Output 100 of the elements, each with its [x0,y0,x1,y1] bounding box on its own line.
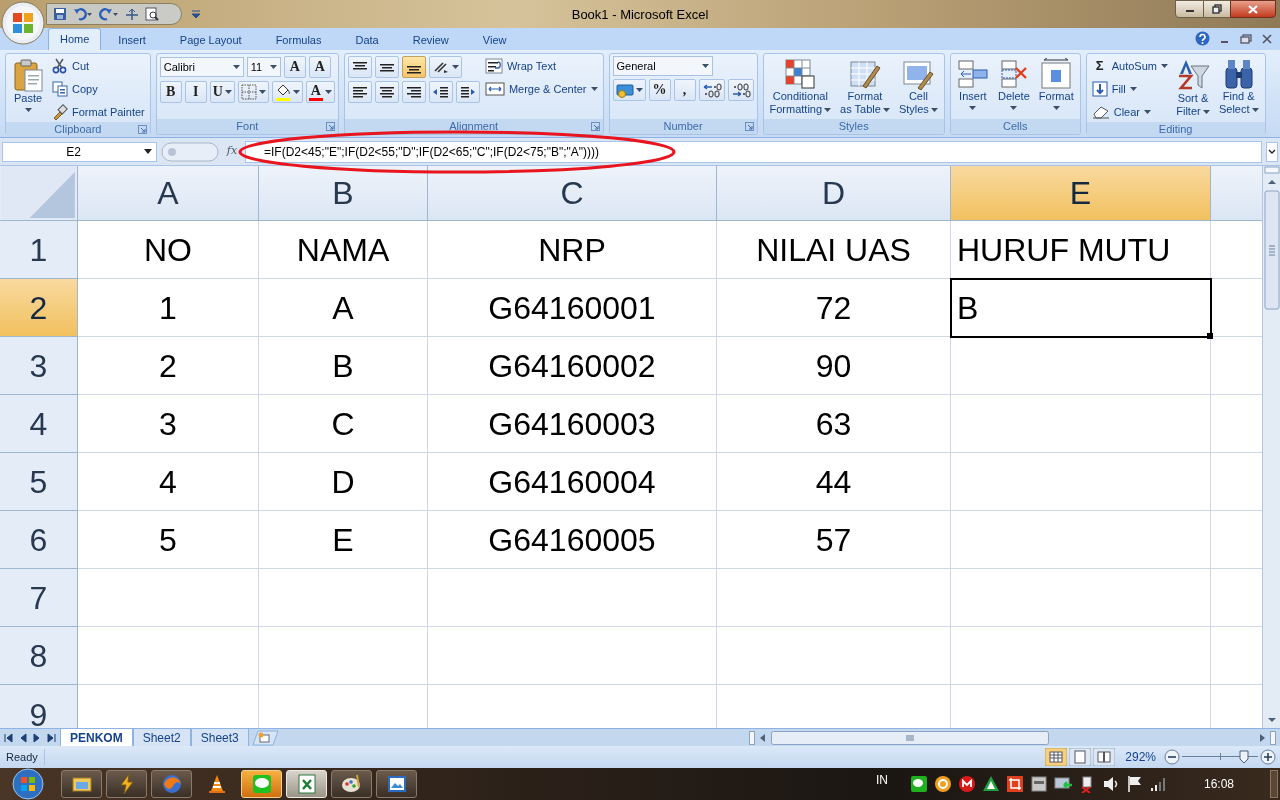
slider-thumb[interactable] [1239,750,1250,764]
row-header[interactable]: 8 [0,627,78,685]
toolbar-button[interactable]: I [184,81,207,103]
row-header[interactable]: 7 [0,569,78,627]
table-cell[interactable]: 5 [78,511,259,569]
fill-handle[interactable] [1207,333,1213,339]
ribbon-tab[interactable]: Formulas [258,30,339,50]
close-button[interactable] [1230,0,1276,18]
dropdown-field[interactable]: General [612,56,713,76]
table-cell[interactable]: 44 [717,453,951,511]
active-cell[interactable]: B [951,279,1211,337]
table-cell[interactable]: G64160002 [428,337,717,395]
table-cell[interactable] [951,453,1211,511]
undo-icon[interactable] [73,7,93,21]
zoom-in-icon[interactable] [1260,749,1276,765]
ribbon-button[interactable]: Merge & Center [482,79,600,99]
table-cell[interactable] [428,569,717,627]
toolbar-button[interactable]: , [673,79,696,101]
toolbar-button[interactable] [271,81,303,103]
table-cell[interactable]: 90 [717,337,951,395]
ribbon-button[interactable]: Σ AutoSum [1089,56,1170,76]
ribbon-button[interactable]: Find & Select [1215,56,1262,116]
table-cell[interactable]: G64160001 [428,279,717,337]
sheet-tab[interactable]: Sheet3 [190,728,249,747]
toolbar-button[interactable] [347,81,372,103]
table-cell[interactable]: 4 [78,453,259,511]
taskbar-button[interactable] [331,770,372,798]
sort-arrows-icon[interactable] [125,7,139,21]
column-header[interactable]: A [78,166,259,221]
toolbar-button[interactable]: A [283,56,306,78]
redo-icon[interactable] [99,7,119,21]
ring-icon[interactable] [933,775,952,793]
dropdown-field[interactable]: Calibri [159,57,244,77]
ribbon-button[interactable]: Clear [1089,102,1153,122]
ribbon-button[interactable]: Format Painter [50,102,147,122]
toolbar-button[interactable]: B [159,81,182,103]
help-icon[interactable] [1195,31,1210,46]
table-cell[interactable]: NILAI UAS [717,221,951,279]
vertical-scrollbar[interactable] [1262,166,1280,728]
normal-view-icon[interactable] [1045,748,1068,766]
first-sheet-icon[interactable] [4,732,14,743]
toolbar-button[interactable]: % [648,79,671,101]
ribbon-tab[interactable]: Home [48,28,102,50]
clock[interactable]: 16:08 [1203,775,1234,793]
next-sheet-icon[interactable] [32,732,42,743]
ribbon-tab[interactable]: View [465,30,524,50]
window-icon[interactable] [1029,775,1048,793]
table-cell[interactable]: NO [78,221,259,279]
row-header[interactable]: 5 [0,453,78,511]
ribbon-button[interactable]: Delete [994,56,1033,110]
row-header[interactable]: 9 [0,685,78,728]
taskbar-button[interactable] [61,770,102,798]
ribbon-button[interactable]: Format [1035,56,1077,110]
ribbon-tab[interactable]: Data [338,30,396,50]
toolbar-button[interactable]: U [209,81,235,103]
table-cell[interactable]: 2 [78,337,259,395]
chat-icon[interactable] [909,775,928,793]
table-cell[interactable]: HURUF MUTU [951,221,1211,279]
last-sheet-icon[interactable] [46,732,56,743]
split-box-icon[interactable] [1270,730,1276,745]
taskbar-button[interactable] [376,770,417,798]
table-cell[interactable]: E [259,511,428,569]
table-cell[interactable] [717,569,951,627]
table-cell[interactable]: A [259,279,428,337]
dialog-launcher-icon[interactable] [137,125,147,134]
table-cell[interactable]: D [259,453,428,511]
toolbar-button[interactable] [374,56,399,78]
zoom-slider[interactable] [1182,750,1258,764]
ribbon-tab[interactable]: Insert [101,30,163,50]
table-cell[interactable]: 57 [717,511,951,569]
triangle-icon[interactable] [981,775,1000,793]
toolbar-button[interactable]: A [305,81,335,103]
scrollbar-thumb-icon[interactable] [770,730,1049,745]
crop-icon[interactable] [1005,775,1024,793]
name-box[interactable]: E2 [2,141,157,162]
table-cell[interactable]: 1 [78,279,259,337]
insert-function-button[interactable]: fx [223,143,241,160]
toolbar-button[interactable] [428,81,453,103]
sheet-tab[interactable]: Sheet2 [132,728,191,747]
row-header[interactable]: 1 [0,221,78,279]
expand-icon[interactable] [1266,141,1278,162]
formula-field[interactable]: =IF(D2<45;"E";IF(D2<55;"D";IF(D2<65;"C";IF(D2<75;"B";"A")))) [245,140,1262,163]
toolbar-button[interactable] [347,56,372,78]
toolbar-button[interactable] [401,56,426,78]
ribbon-button[interactable]: Insert [953,56,992,110]
toolbar-button[interactable] [428,56,462,78]
table-cell[interactable]: NRP [428,221,717,279]
table-cell[interactable]: G64160005 [428,511,717,569]
ribbon-button[interactable]: Copy [50,79,100,99]
ribbon-button[interactable]: Conditional Formatting [766,56,835,116]
ribbon-button[interactable]: Format as Table [837,56,893,116]
minimize-button[interactable] [1175,0,1204,18]
ribbon-button[interactable]: Sort & Filter [1172,56,1213,118]
column-header[interactable]: C [428,166,717,221]
column-header[interactable]: B [259,166,428,221]
table-cell[interactable]: NAMA [259,221,428,279]
ribbon-button[interactable]: Fill [1089,79,1139,99]
taskbar-button[interactable] [106,770,147,798]
row-header[interactable]: 6 [0,511,78,569]
dialog-launcher-icon[interactable] [590,122,600,131]
